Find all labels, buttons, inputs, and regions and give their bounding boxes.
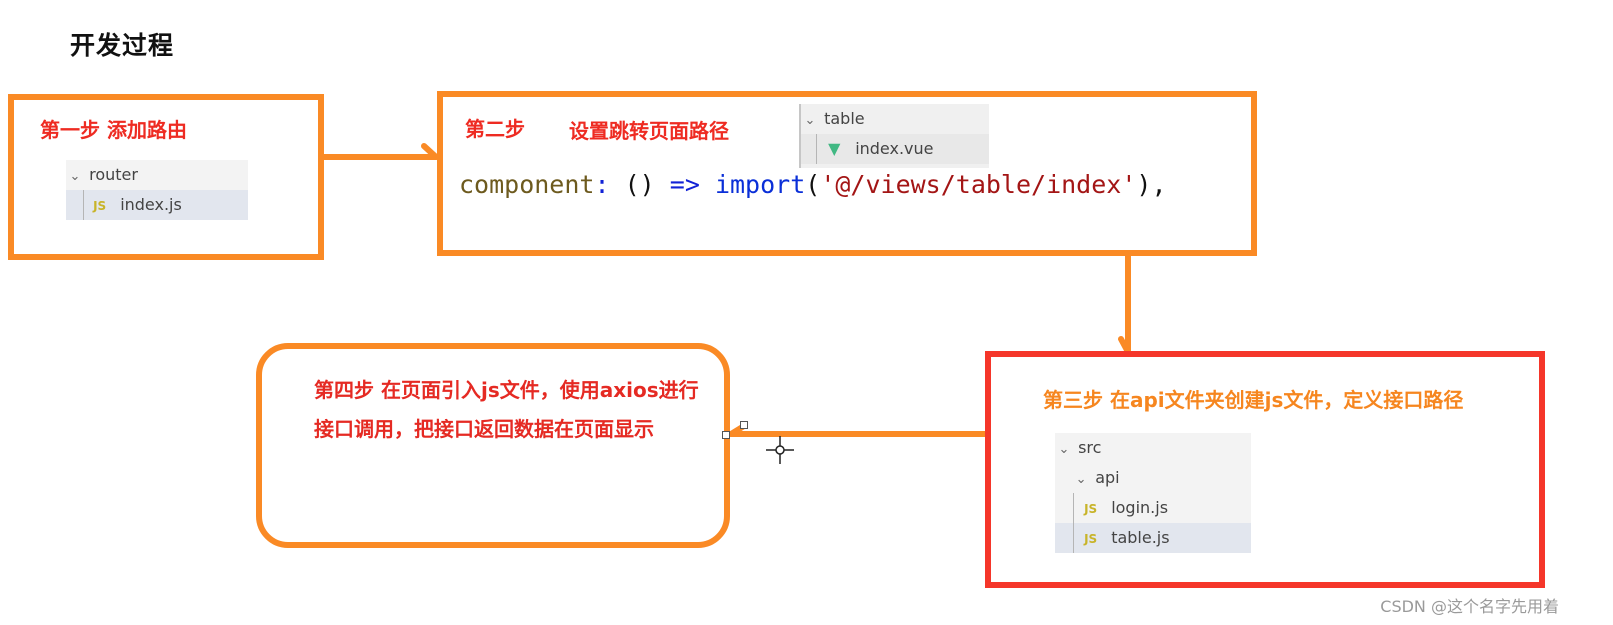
step3-box[interactable]: 第三步 在api文件夹创建js文件，定义接口路径 ⌄ src ⌄ api JS … bbox=[985, 351, 1545, 588]
file-name: index.js bbox=[120, 195, 182, 214]
code-line: component: () => import('@/views/table/i… bbox=[459, 170, 1167, 199]
chevron-down-icon: ⌄ bbox=[1075, 472, 1087, 487]
tree-file-index-js[interactable]: JS index.js bbox=[66, 190, 248, 220]
code-string: '@/views/table/index' bbox=[820, 170, 1137, 199]
tree-file-table-js[interactable]: JS table.js bbox=[1055, 523, 1251, 553]
watermark: CSDN @这个名字先用着 bbox=[1380, 597, 1559, 616]
indent-guide bbox=[83, 190, 84, 220]
code-parens: () bbox=[624, 170, 655, 199]
step2-label: 第二步 bbox=[465, 117, 525, 141]
tree-folder-router[interactable]: ⌄ router bbox=[66, 160, 248, 190]
indent-guide bbox=[816, 134, 817, 164]
step2-box[interactable]: 第二步 设置跳转页面路径 ⌄ table ▼ index.vue compone… bbox=[437, 91, 1257, 256]
chevron-down-icon: ⌄ bbox=[1058, 442, 1070, 457]
js-icon: JS bbox=[93, 199, 107, 213]
tree-folder-table[interactable]: ⌄ table bbox=[801, 104, 989, 134]
code-import: import bbox=[714, 170, 806, 199]
step3-label: 第三步 在api文件夹创建js文件，定义接口路径 bbox=[1043, 388, 1464, 412]
tree-folder-src[interactable]: ⌄ src bbox=[1055, 433, 1251, 463]
file-name: login.js bbox=[1111, 498, 1169, 517]
indent-guide bbox=[1073, 523, 1074, 553]
step1-file-tree: ⌄ router JS index.js bbox=[66, 160, 248, 220]
vue-icon: ▼ bbox=[828, 139, 841, 158]
code-key: component bbox=[459, 170, 595, 199]
step4-label: 第四步 在页面引入js文件，使用axios进行接口调用，把接口返回数据在页面显示 bbox=[314, 378, 699, 441]
folder-name: src bbox=[1078, 438, 1102, 457]
js-icon: JS bbox=[1084, 502, 1098, 516]
file-name: index.vue bbox=[855, 139, 934, 158]
tree-file-index-vue[interactable]: ▼ index.vue bbox=[801, 134, 989, 164]
step2-desc: 设置跳转页面路径 bbox=[569, 119, 729, 143]
chevron-down-icon: ⌄ bbox=[804, 113, 816, 128]
indent-guide bbox=[1073, 493, 1074, 523]
crosshair-cursor-icon bbox=[766, 436, 794, 464]
folder-name: router bbox=[89, 165, 138, 184]
tree-folder-api[interactable]: ⌄ api bbox=[1055, 463, 1251, 493]
code-arrow: => bbox=[669, 170, 700, 199]
step1-box[interactable]: 第一步 添加路由 ⌄ router JS index.js bbox=[8, 94, 324, 260]
tree-file-login-js[interactable]: JS login.js bbox=[1055, 493, 1251, 523]
file-name: table.js bbox=[1111, 528, 1170, 547]
code-open: ( bbox=[805, 170, 821, 199]
folder-name: api bbox=[1095, 468, 1120, 487]
connector-handle[interactable] bbox=[740, 421, 748, 429]
chevron-down-icon: ⌄ bbox=[69, 169, 81, 184]
js-icon: JS bbox=[1084, 532, 1098, 546]
folder-name: table bbox=[824, 109, 865, 128]
connector-handle[interactable] bbox=[722, 431, 730, 439]
code-colon: : bbox=[594, 170, 610, 199]
step2-file-tree: ⌄ table ▼ index.vue bbox=[799, 104, 989, 168]
code-close: ), bbox=[1136, 170, 1167, 199]
step3-file-tree: ⌄ src ⌄ api JS login.js JS table.js bbox=[1055, 433, 1251, 553]
step4-box[interactable]: 第四步 在页面引入js文件，使用axios进行接口调用，把接口返回数据在页面显示 bbox=[256, 343, 730, 548]
step1-label: 第一步 添加路由 bbox=[40, 118, 187, 142]
